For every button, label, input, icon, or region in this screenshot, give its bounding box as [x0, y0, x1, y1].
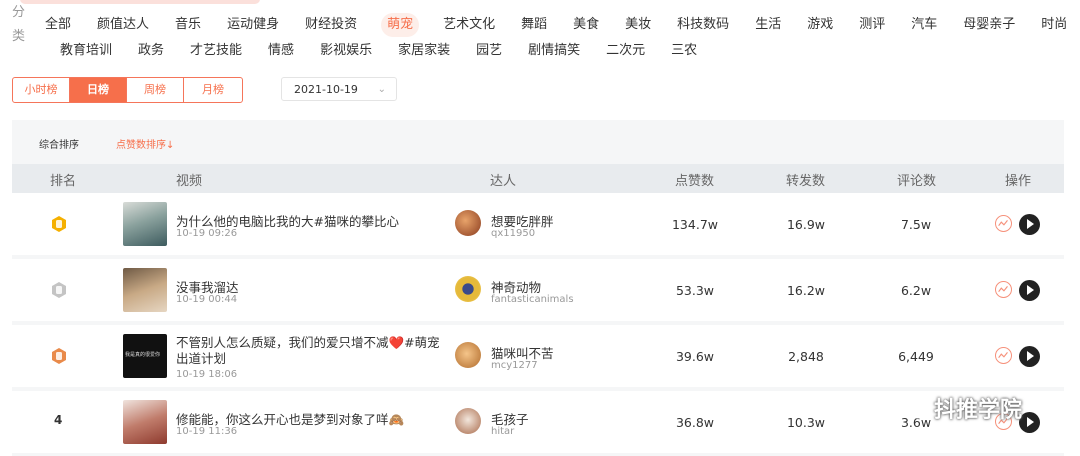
category-item[interactable]: 萌宠 — [381, 13, 420, 37]
category-item[interactable]: 生活 — [753, 13, 783, 37]
table-row[interactable]: 没事我溜达 10-19 00:44 神奇动物 fantasticanimals 53.3… — [12, 259, 1064, 321]
period-tab[interactable]: 周榜 — [127, 78, 184, 102]
stat-likes: 134.7w — [671, 217, 718, 232]
header-video: 视频 — [176, 174, 203, 189]
video-thumbnail[interactable] — [123, 400, 167, 444]
stat-likes: 36.8w — [675, 415, 715, 430]
category-item[interactable]: 才艺技能 — [188, 39, 244, 63]
rank-medal-icon — [52, 348, 66, 364]
table-header: 排名 视频 达人 点赞数 转发数 评论数 操作 — [12, 164, 1064, 193]
category-label: 分类 — [12, 5, 26, 44]
rank-number: 4 — [54, 413, 63, 427]
header-shares[interactable]: 转发数 — [786, 170, 825, 189]
category-item[interactable]: 美妆 — [623, 13, 653, 37]
table-row[interactable]: 我是真的很爱你 不管别人怎么质疑，我们的爱只增不减❤️#萌宠出道计划 10-19 1… — [12, 325, 1064, 387]
period-tab[interactable]: 小时榜 — [13, 78, 70, 102]
sort-bar: 综合排序 点赞数排序↓ — [12, 120, 1064, 164]
category-item[interactable]: 家居家装 — [396, 39, 452, 63]
category-item[interactable]: 运动健身 — [225, 13, 281, 37]
avatar[interactable] — [455, 408, 481, 434]
category-item[interactable]: 母婴亲子 — [961, 13, 1017, 37]
category-filter: 分类 全部 颜值达人 音乐 运动健身 财经投资 萌宠 艺术文化 舞蹈 美食 美妆 科技数码 生活 游戏测… — [12, 5, 1072, 65]
play-icon[interactable] — [1019, 280, 1040, 301]
video-time: 10-19 09:26 — [176, 228, 238, 239]
trend-chart-icon[interactable] — [995, 215, 1012, 232]
chevron-down-icon: ⌄ — [377, 84, 386, 95]
period-tabs: 小时榜 日榜 周榜 月榜 — [12, 77, 243, 103]
wechat-icon — [898, 397, 927, 419]
creator-id: fantasticanimals — [491, 294, 574, 305]
period-tab[interactable]: 日榜 — [70, 78, 127, 102]
trend-chart-icon[interactable] — [995, 281, 1012, 298]
video-time: 10-19 00:44 — [176, 294, 238, 305]
video-thumbnail[interactable] — [123, 268, 167, 312]
category-item[interactable]: 二次元 — [604, 39, 647, 63]
header-creator: 达人 — [490, 174, 517, 189]
category-item[interactable]: 科技数码 — [675, 13, 731, 37]
stat-comments: 6.2w — [900, 283, 932, 298]
stat-shares: 10.3w — [786, 415, 826, 430]
stat-comments: 6,449 — [898, 349, 934, 364]
stat-shares: 16.2w — [786, 283, 826, 298]
category-item[interactable]: 测评 — [857, 13, 887, 37]
rank-medal-icon — [52, 216, 66, 232]
date-value: 2021-10-19 — [294, 83, 358, 96]
avatar[interactable] — [455, 342, 481, 368]
trend-chart-icon[interactable] — [995, 347, 1012, 364]
avatar[interactable] — [455, 210, 481, 236]
category-item[interactable]: 剧情搞笑 — [526, 39, 582, 63]
watermark: 抖推学院 — [898, 392, 1022, 424]
category-item[interactable]: 情感 — [266, 39, 296, 63]
rank-medal-icon — [52, 282, 66, 298]
category-item[interactable]: 教育培训 — [58, 39, 114, 63]
avatar[interactable] — [455, 276, 481, 302]
stat-likes: 39.6w — [675, 349, 715, 364]
date-picker[interactable]: 2021-10-19 ⌄ — [281, 77, 397, 101]
play-icon[interactable] — [1019, 346, 1040, 367]
category-item[interactable]: 全部 — [43, 13, 73, 37]
video-thumbnail[interactable] — [123, 202, 167, 246]
sort-by-likes-label: 点赞数排序 — [116, 140, 166, 151]
stat-comments: 7.5w — [900, 217, 932, 232]
category-item[interactable]: 颜值达人 — [95, 13, 151, 37]
category-item[interactable]: 时尚 — [1039, 13, 1069, 37]
header-likes[interactable]: 点赞数 — [675, 170, 714, 189]
category-item[interactable]: 艺术文化 — [441, 13, 497, 37]
category-item[interactable]: 三农 — [669, 39, 699, 63]
top-decoration — [20, 0, 260, 4]
sort-by-likes[interactable]: 点赞数排序↓ — [116, 136, 174, 151]
play-icon[interactable] — [1019, 214, 1040, 235]
category-item[interactable]: 园艺 — [474, 39, 504, 63]
play-icon[interactable] — [1019, 412, 1040, 433]
sort-arrow-icon: ↓ — [166, 140, 175, 151]
header-comments[interactable]: 评论数 — [897, 170, 936, 189]
stat-shares: 2,848 — [788, 349, 824, 364]
creator-id: mcy1277 — [491, 360, 538, 371]
category-item[interactable]: 汽车 — [909, 13, 939, 37]
category-item[interactable]: 政务 — [136, 39, 166, 63]
video-time: 10-19 18:06 — [176, 369, 238, 380]
stat-shares: 16.9w — [786, 217, 826, 232]
category-item[interactable]: 音乐 — [173, 13, 203, 37]
video-title[interactable]: 不管别人怎么质疑，我们的爱只增不减❤️#萌宠出道计划 — [176, 335, 452, 367]
period-tab[interactable]: 月榜 — [184, 78, 242, 102]
thumbnail-caption: 我是真的很爱你 — [125, 352, 161, 358]
creator-id: hitar — [491, 426, 515, 437]
table-row[interactable]: 为什么他的电脑比我的大#猫咪的攀比心 10-19 09:26 想要吃胖胖 qx1195… — [12, 193, 1064, 255]
header-rank: 排名 — [50, 174, 77, 189]
category-item[interactable]: 美食 — [571, 13, 601, 37]
watermark-text: 抖推学院 — [934, 398, 1023, 423]
category-item[interactable]: 财经投资 — [303, 13, 359, 37]
video-time: 10-19 11:36 — [176, 426, 238, 437]
category-row-2: 教育培训 政务 才艺技能 情感 影视娱乐 家居家装 园艺 剧情搞笑 二次元 三农 — [12, 39, 1072, 63]
category-item[interactable]: 游戏 — [805, 13, 835, 37]
stat-likes: 53.3w — [675, 283, 715, 298]
sort-comprehensive[interactable]: 综合排序 — [39, 136, 79, 151]
video-thumbnail[interactable]: 我是真的很爱你 — [123, 334, 167, 378]
header-actions: 操作 — [1005, 174, 1032, 189]
category-row-1: 分类 全部 颜值达人 音乐 运动健身 财经投资 萌宠 艺术文化 舞蹈 美食 美妆 科技数码 生活 游戏测… — [12, 5, 1072, 44]
creator-id: qx11950 — [491, 228, 536, 239]
category-item[interactable]: 影视娱乐 — [318, 39, 374, 63]
category-item[interactable]: 舞蹈 — [519, 13, 549, 37]
